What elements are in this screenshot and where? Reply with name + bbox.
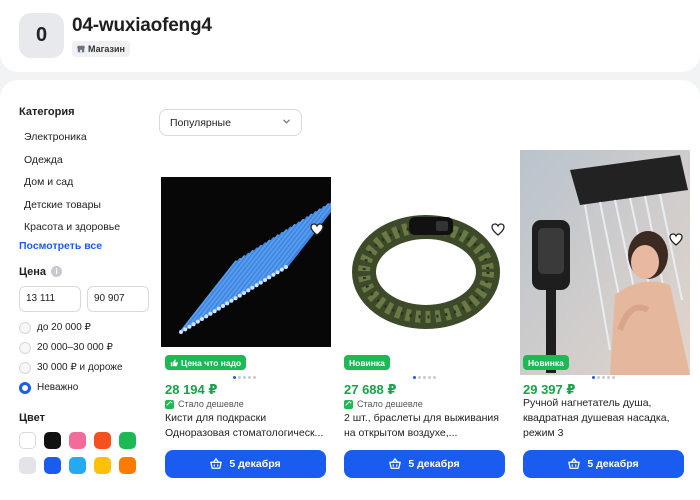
shop-badge-label: Магазин bbox=[88, 44, 125, 54]
add-to-cart-button[interactable]: 5 декабря bbox=[165, 450, 326, 478]
color-filter-title: Цвет bbox=[19, 411, 46, 424]
color-swatch[interactable] bbox=[119, 431, 136, 449]
new-tag: Новинка bbox=[344, 355, 390, 370]
product-price: 28 194 ₽ bbox=[165, 382, 218, 397]
new-tag-label: Новинка bbox=[528, 357, 564, 368]
category-item[interactable]: Электроника bbox=[19, 126, 149, 149]
product-price: 27 688 ₽ bbox=[344, 382, 397, 397]
image-pager-dots[interactable] bbox=[233, 376, 256, 379]
color-swatch[interactable] bbox=[94, 456, 111, 474]
favorite-heart-icon[interactable] bbox=[310, 223, 324, 236]
category-item[interactable]: Красота и здоровье bbox=[19, 216, 149, 239]
favorite-heart-icon[interactable] bbox=[491, 223, 505, 236]
basket-icon bbox=[389, 458, 402, 469]
price-drop-text: Стало дешевле bbox=[357, 399, 423, 409]
price-from-input[interactable]: 13 111 bbox=[19, 285, 81, 312]
category-list: Электроника Одежда Дом и сад Детские тов… bbox=[19, 126, 149, 239]
shop-name: 04-wuxiaofeng4 bbox=[72, 15, 212, 36]
category-item[interactable]: Детские товары bbox=[19, 194, 149, 217]
color-swatch[interactable] bbox=[44, 456, 61, 474]
bracelet-image bbox=[341, 177, 511, 347]
price-title-label: Цена bbox=[19, 265, 47, 278]
thumbs-up-icon bbox=[170, 358, 178, 366]
new-tag: Новинка bbox=[523, 355, 569, 370]
shower-image bbox=[520, 150, 690, 375]
product-card[interactable]: Цена что надо 28 194 ₽ Стало дешевле Кис… bbox=[161, 150, 331, 490]
product-title-line: Ручной нагнетатель душа, bbox=[523, 397, 652, 409]
product-image[interactable] bbox=[161, 177, 331, 347]
radio-button[interactable] bbox=[19, 341, 31, 354]
category-item[interactable]: Одежда bbox=[19, 149, 149, 172]
price-drop-label: Стало дешевле bbox=[344, 399, 423, 409]
sort-label: Популярные bbox=[170, 116, 231, 129]
price-option[interactable]: до 20 000 ₽ bbox=[19, 318, 149, 338]
product-title[interactable]: Ручной нагнетатель душа, квадратная душе… bbox=[523, 396, 691, 441]
product-title-line: Одноразовая стоматологическ... bbox=[165, 427, 324, 439]
product-card[interactable]: Новинка 27 688 ₽ Стало дешевле 2 шт., бр… bbox=[341, 150, 511, 490]
price-option-label: 30 000 ₽ и дороже bbox=[37, 362, 123, 373]
main-panel: Категория Электроника Одежда Дом и сад Д… bbox=[0, 80, 700, 500]
price-to-input[interactable]: 90 907 bbox=[87, 285, 149, 312]
price-drop-icon bbox=[344, 399, 353, 409]
price-option-label: Неважно bbox=[37, 382, 79, 393]
product-title[interactable]: Кисти для подкраски Одноразовая стоматол… bbox=[165, 411, 333, 441]
radio-button-selected[interactable] bbox=[19, 381, 31, 394]
price-option-label: 20 000–30 000 ₽ bbox=[37, 342, 113, 353]
product-title-line: Кисти для подкраски bbox=[165, 412, 267, 424]
color-swatch[interactable] bbox=[19, 431, 36, 449]
image-pager-dots[interactable] bbox=[413, 376, 436, 379]
price-drop-icon bbox=[165, 399, 174, 409]
shop-badge: Магазин bbox=[72, 41, 130, 57]
color-swatch[interactable] bbox=[94, 431, 111, 449]
product-image[interactable] bbox=[341, 177, 511, 347]
price-option[interactable]: 30 000 ₽ и дороже bbox=[19, 358, 149, 378]
shop-avatar: 0 bbox=[19, 13, 64, 58]
color-swatch[interactable] bbox=[69, 431, 86, 449]
product-title-line: квадратная душевая насадка, bbox=[523, 412, 670, 424]
product-title-line: режим 3 bbox=[523, 427, 564, 439]
color-swatch[interactable] bbox=[19, 456, 36, 474]
color-swatch[interactable] bbox=[44, 431, 61, 449]
price-filter-title: Цена i bbox=[19, 266, 149, 278]
favorite-heart-icon[interactable] bbox=[669, 233, 683, 246]
sort-dropdown[interactable]: Популярные bbox=[159, 109, 302, 136]
filter-sidebar: Категория Электроника Одежда Дом и сад Д… bbox=[19, 106, 149, 474]
price-option[interactable]: Неважно bbox=[19, 378, 149, 398]
color-swatch[interactable] bbox=[69, 456, 86, 474]
store-icon bbox=[77, 45, 85, 53]
product-image[interactable] bbox=[520, 150, 690, 375]
microbrush-image bbox=[161, 177, 331, 347]
product-title[interactable]: 2 шт., браслеты для выживания на открыто… bbox=[344, 411, 512, 441]
price-drop-label: Стало дешевле bbox=[165, 399, 244, 409]
price-drop-text: Стало дешевле bbox=[178, 399, 244, 409]
new-tag-label: Новинка bbox=[349, 357, 385, 368]
image-pager-dots[interactable] bbox=[592, 376, 615, 379]
radio-button[interactable] bbox=[19, 321, 31, 334]
product-card[interactable]: Новинка 29 397 ₽ Ручной нагнетатель душа… bbox=[520, 150, 690, 490]
see-all-link[interactable]: Посмотреть все bbox=[19, 240, 149, 252]
info-icon[interactable]: i bbox=[51, 266, 63, 277]
promo-tag-label: Цена что надо bbox=[181, 357, 242, 368]
color-swatch[interactable] bbox=[119, 456, 136, 474]
price-option[interactable]: 20 000–30 000 ₽ bbox=[19, 338, 149, 358]
basket-icon bbox=[568, 458, 581, 469]
price-options: до 20 000 ₽ 20 000–30 000 ₽ 30 000 ₽ и д… bbox=[19, 318, 149, 398]
product-title-line: 2 шт., браслеты для выживания bbox=[344, 412, 499, 424]
price-range-inputs: 13 111 90 907 bbox=[19, 285, 149, 312]
chevron-down-icon bbox=[283, 119, 290, 124]
add-to-cart-button[interactable]: 5 декабря bbox=[344, 450, 505, 478]
color-swatches bbox=[19, 431, 149, 474]
product-title-line: на открытом воздухе,... bbox=[344, 427, 458, 439]
add-to-cart-button[interactable]: 5 декабря bbox=[523, 450, 684, 478]
category-title: Категория bbox=[19, 106, 75, 118]
price-option-label: до 20 000 ₽ bbox=[37, 322, 91, 333]
delivery-date: 5 декабря bbox=[408, 458, 460, 470]
promo-tag: Цена что надо bbox=[165, 355, 247, 370]
basket-icon bbox=[210, 458, 223, 469]
delivery-date: 5 декабря bbox=[229, 458, 281, 470]
delivery-date: 5 декабря bbox=[587, 458, 639, 470]
shop-header: 0 04-wuxiaofeng4 Магазин bbox=[0, 0, 700, 72]
category-item[interactable]: Дом и сад bbox=[19, 171, 149, 194]
radio-button[interactable] bbox=[19, 361, 31, 374]
